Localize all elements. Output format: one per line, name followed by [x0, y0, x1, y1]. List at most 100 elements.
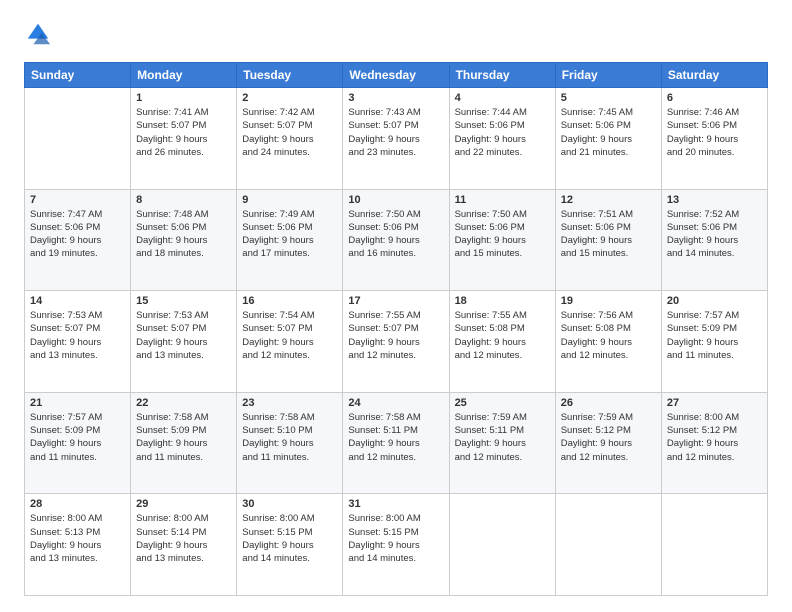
day-cell: 24 Sunrise: 7:58 AMSunset: 5:11 PMDayligh…	[343, 392, 449, 494]
week-row-1: 1 Sunrise: 7:41 AMSunset: 5:07 PMDaylight…	[25, 88, 768, 190]
day-cell: 1 Sunrise: 7:41 AMSunset: 5:07 PMDaylight…	[131, 88, 237, 190]
day-number: 25	[455, 397, 550, 409]
day-cell: 23Sunrise: 7:58 AMSunset: 5:10 PMDayligh…	[237, 392, 343, 494]
weekday-friday: Friday	[555, 63, 661, 88]
day-cell: 26 Sunrise: 7:59 AMSunset: 5:12 PMDayligh…	[555, 392, 661, 494]
day-info: Sunrise: 7:57 AMSunset: 5:09 PMDaylight:…	[30, 411, 125, 464]
day-number: 16	[242, 295, 337, 307]
day-number: 20	[667, 295, 762, 307]
day-number: 24	[348, 397, 443, 409]
day-number: 8	[136, 194, 231, 206]
day-cell: 20 Sunrise: 7:57 AMSunset: 5:09 PMDayligh…	[661, 291, 767, 393]
day-cell: 8 Sunrise: 7:48 AMSunset: 5:06 PMDaylight…	[131, 189, 237, 291]
week-row-5: 28Sunrise: 8:00 AMSunset: 5:13 PMDayligh…	[25, 494, 768, 596]
day-info: Sunrise: 7:52 AMSunset: 5:06 PMDaylight:…	[667, 208, 762, 261]
weekday-saturday: Saturday	[661, 63, 767, 88]
day-number: 23	[242, 397, 337, 409]
day-cell: 25 Sunrise: 7:59 AMSunset: 5:11 PMDayligh…	[449, 392, 555, 494]
day-number: 22	[136, 397, 231, 409]
day-info: Sunrise: 7:59 AMSunset: 5:12 PMDaylight:…	[561, 411, 656, 464]
day-number: 3	[348, 92, 443, 104]
day-cell: 6Sunrise: 7:46 AMSunset: 5:06 PMDaylight…	[661, 88, 767, 190]
day-info: Sunrise: 7:41 AMSunset: 5:07 PMDaylight:…	[136, 106, 231, 159]
day-info: Sunrise: 8:00 AMSunset: 5:15 PMDaylight:…	[348, 512, 443, 565]
day-cell: 17Sunrise: 7:55 AMSunset: 5:07 PMDayligh…	[343, 291, 449, 393]
day-cell: 5Sunrise: 7:45 AMSunset: 5:06 PMDaylight…	[555, 88, 661, 190]
day-number: 26	[561, 397, 656, 409]
day-number: 29	[136, 498, 231, 510]
day-info: Sunrise: 7:57 AMSunset: 5:09 PMDaylight:…	[667, 309, 762, 362]
day-number: 6	[667, 92, 762, 104]
weekday-row: SundayMondayTuesdayWednesdayThursdayFrid…	[25, 63, 768, 88]
day-number: 11	[455, 194, 550, 206]
day-info: Sunrise: 7:58 AMSunset: 5:09 PMDaylight:…	[136, 411, 231, 464]
day-cell	[661, 494, 767, 596]
calendar-body: 1 Sunrise: 7:41 AMSunset: 5:07 PMDaylight…	[25, 88, 768, 596]
day-number: 1	[136, 92, 231, 104]
day-cell: 19 Sunrise: 7:56 AMSunset: 5:08 PMDayligh…	[555, 291, 661, 393]
day-info: Sunrise: 8:00 AMSunset: 5:14 PMDaylight:…	[136, 512, 231, 565]
day-info: Sunrise: 7:56 AMSunset: 5:08 PMDaylight:…	[561, 309, 656, 362]
day-info: Sunrise: 7:54 AMSunset: 5:07 PMDaylight:…	[242, 309, 337, 362]
day-info: Sunrise: 7:55 AMSunset: 5:08 PMDaylight:…	[455, 309, 550, 362]
day-number: 31	[348, 498, 443, 510]
day-cell: 30Sunrise: 8:00 AMSunset: 5:15 PMDayligh…	[237, 494, 343, 596]
day-number: 7	[30, 194, 125, 206]
day-cell: 4 Sunrise: 7:44 AMSunset: 5:06 PMDaylight…	[449, 88, 555, 190]
weekday-wednesday: Wednesday	[343, 63, 449, 88]
day-cell: 2Sunrise: 7:42 AMSunset: 5:07 PMDaylight…	[237, 88, 343, 190]
day-number: 5	[561, 92, 656, 104]
day-number: 10	[348, 194, 443, 206]
day-cell	[449, 494, 555, 596]
day-cell: 16 Sunrise: 7:54 AMSunset: 5:07 PMDayligh…	[237, 291, 343, 393]
day-info: Sunrise: 7:43 AMSunset: 5:07 PMDaylight:…	[348, 106, 443, 159]
weekday-sunday: Sunday	[25, 63, 131, 88]
day-number: 17	[348, 295, 443, 307]
day-info: Sunrise: 7:50 AMSunset: 5:06 PMDaylight:…	[348, 208, 443, 261]
week-row-4: 21 Sunrise: 7:57 AMSunset: 5:09 PMDayligh…	[25, 392, 768, 494]
day-info: Sunrise: 7:47 AMSunset: 5:06 PMDaylight:…	[30, 208, 125, 261]
day-number: 28	[30, 498, 125, 510]
weekday-monday: Monday	[131, 63, 237, 88]
day-number: 18	[455, 295, 550, 307]
day-cell: 9 Sunrise: 7:49 AMSunset: 5:06 PMDaylight…	[237, 189, 343, 291]
day-cell: 10 Sunrise: 7:50 AMSunset: 5:06 PMDayligh…	[343, 189, 449, 291]
day-info: Sunrise: 7:53 AMSunset: 5:07 PMDaylight:…	[30, 309, 125, 362]
logo-icon	[24, 20, 52, 48]
day-info: Sunrise: 7:53 AMSunset: 5:07 PMDaylight:…	[136, 309, 231, 362]
day-info: Sunrise: 7:50 AMSunset: 5:06 PMDaylight:…	[455, 208, 550, 261]
day-number: 4	[455, 92, 550, 104]
week-row-2: 7 Sunrise: 7:47 AMSunset: 5:06 PMDaylight…	[25, 189, 768, 291]
day-cell: 21 Sunrise: 7:57 AMSunset: 5:09 PMDayligh…	[25, 392, 131, 494]
day-cell: 31 Sunrise: 8:00 AMSunset: 5:15 PMDayligh…	[343, 494, 449, 596]
week-row-3: 14 Sunrise: 7:53 AMSunset: 5:07 PMDayligh…	[25, 291, 768, 393]
day-info: Sunrise: 7:59 AMSunset: 5:11 PMDaylight:…	[455, 411, 550, 464]
day-number: 9	[242, 194, 337, 206]
header	[24, 20, 768, 48]
day-info: Sunrise: 7:44 AMSunset: 5:06 PMDaylight:…	[455, 106, 550, 159]
day-number: 15	[136, 295, 231, 307]
logo	[24, 20, 56, 48]
calendar-header: SundayMondayTuesdayWednesdayThursdayFrid…	[25, 63, 768, 88]
day-info: Sunrise: 7:48 AMSunset: 5:06 PMDaylight:…	[136, 208, 231, 261]
day-number: 19	[561, 295, 656, 307]
day-info: Sunrise: 7:49 AMSunset: 5:06 PMDaylight:…	[242, 208, 337, 261]
day-number: 14	[30, 295, 125, 307]
page: SundayMondayTuesdayWednesdayThursdayFrid…	[0, 0, 792, 612]
day-cell: 14 Sunrise: 7:53 AMSunset: 5:07 PMDayligh…	[25, 291, 131, 393]
day-info: Sunrise: 7:58 AMSunset: 5:11 PMDaylight:…	[348, 411, 443, 464]
day-cell	[25, 88, 131, 190]
weekday-thursday: Thursday	[449, 63, 555, 88]
day-number: 21	[30, 397, 125, 409]
day-cell	[555, 494, 661, 596]
day-cell: 15 Sunrise: 7:53 AMSunset: 5:07 PMDayligh…	[131, 291, 237, 393]
day-cell: 29 Sunrise: 8:00 AMSunset: 5:14 PMDayligh…	[131, 494, 237, 596]
day-cell: 28Sunrise: 8:00 AMSunset: 5:13 PMDayligh…	[25, 494, 131, 596]
weekday-tuesday: Tuesday	[237, 63, 343, 88]
day-cell: 12Sunrise: 7:51 AMSunset: 5:06 PMDayligh…	[555, 189, 661, 291]
day-info: Sunrise: 7:42 AMSunset: 5:07 PMDaylight:…	[242, 106, 337, 159]
day-info: Sunrise: 8:00 AMSunset: 5:15 PMDaylight:…	[242, 512, 337, 565]
day-cell: 3 Sunrise: 7:43 AMSunset: 5:07 PMDaylight…	[343, 88, 449, 190]
day-cell: 7 Sunrise: 7:47 AMSunset: 5:06 PMDaylight…	[25, 189, 131, 291]
day-cell: 11 Sunrise: 7:50 AMSunset: 5:06 PMDayligh…	[449, 189, 555, 291]
